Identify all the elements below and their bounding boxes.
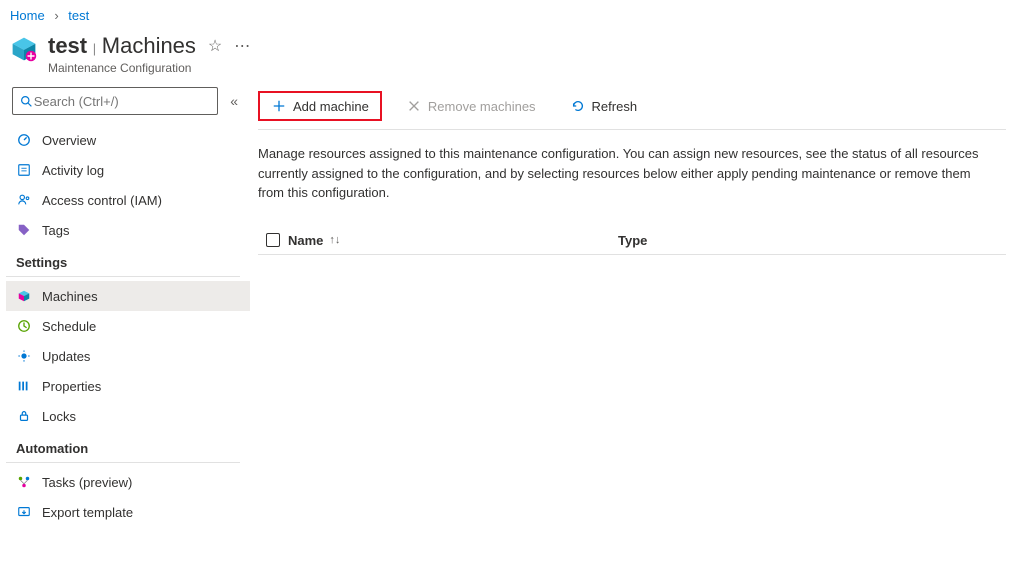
plus-icon	[271, 98, 287, 114]
add-machine-button[interactable]: Add machine	[258, 91, 382, 121]
sidebar-item-label: Tags	[42, 223, 69, 238]
refresh-icon	[570, 98, 586, 114]
tags-icon	[16, 222, 32, 238]
breadcrumb-separator-icon: ›	[54, 8, 58, 23]
toolbar-button-label: Refresh	[592, 99, 638, 114]
properties-icon	[16, 378, 32, 394]
sidebar-item-schedule[interactable]: Schedule	[6, 311, 250, 341]
content-area: Add machine Remove machines Refresh Mana…	[250, 85, 1014, 527]
sidebar-item-label: Export template	[42, 505, 133, 520]
sidebar-item-machines[interactable]: Machines	[6, 281, 250, 311]
sidebar-item-label: Locks	[42, 409, 76, 424]
sidebar-item-label: Machines	[42, 289, 98, 304]
schedule-icon	[16, 318, 32, 334]
search-box[interactable]	[12, 87, 218, 115]
sidebar-section-settings: Settings	[6, 245, 240, 277]
sidebar-item-locks[interactable]: Locks	[6, 401, 250, 431]
pin-star-icon[interactable]: ☆	[208, 36, 222, 56]
access-control-icon	[16, 192, 32, 208]
sidebar-item-label: Properties	[42, 379, 101, 394]
sidebar-item-tags[interactable]: Tags	[6, 215, 250, 245]
collapse-sidebar-icon[interactable]: «	[224, 89, 244, 113]
sidebar-item-properties[interactable]: Properties	[6, 371, 250, 401]
search-input[interactable]	[34, 94, 211, 109]
sidebar-section-automation: Automation	[6, 431, 240, 463]
breadcrumb-home[interactable]: Home	[10, 8, 45, 23]
sidebar-item-access-control[interactable]: Access control (IAM)	[6, 185, 250, 215]
page-header: test | Machines ☆ ⋯ Maintenance Configur…	[0, 29, 1014, 85]
sort-icon: ↑↓	[329, 234, 340, 246]
sidebar-item-activity-log[interactable]: Activity log	[6, 155, 250, 185]
sidebar-item-label: Activity log	[42, 163, 104, 178]
page-subtitle: Maintenance Configuration	[48, 61, 250, 75]
sidebar-item-label: Overview	[42, 133, 96, 148]
column-header-name[interactable]: Name ↑↓	[288, 233, 618, 248]
locks-icon	[16, 408, 32, 424]
breadcrumb-current[interactable]: test	[68, 8, 89, 23]
resource-icon	[10, 35, 38, 63]
sidebar-item-label: Access control (IAM)	[42, 193, 162, 208]
sidebar-item-updates[interactable]: Updates	[6, 341, 250, 371]
column-label: Name	[288, 233, 323, 248]
sidebar-item-overview[interactable]: Overview	[6, 125, 250, 155]
select-all-checkbox[interactable]	[266, 233, 280, 247]
sidebar: « Overview Activity log Access control (…	[0, 85, 250, 527]
refresh-button[interactable]: Refresh	[560, 94, 648, 118]
activity-log-icon	[16, 162, 32, 178]
search-icon	[19, 93, 34, 109]
more-actions-icon[interactable]: ⋯	[234, 36, 250, 56]
sidebar-item-label: Tasks (preview)	[42, 475, 132, 490]
sidebar-item-label: Schedule	[42, 319, 96, 334]
export-template-icon	[16, 504, 32, 520]
table-header: Name ↑↓ Type	[258, 227, 1006, 255]
page-title: test	[48, 33, 87, 58]
breadcrumb: Home › test	[0, 0, 1014, 29]
title-pipe: |	[93, 41, 96, 56]
updates-icon	[16, 348, 32, 364]
toolbar-button-label: Add machine	[293, 99, 369, 114]
toolbar-button-label: Remove machines	[428, 99, 536, 114]
blade-title: Machines	[102, 33, 196, 58]
sidebar-item-export-template[interactable]: Export template	[6, 497, 250, 527]
column-header-type[interactable]: Type	[618, 233, 647, 248]
toolbar: Add machine Remove machines Refresh	[258, 85, 1006, 130]
remove-icon	[406, 98, 422, 114]
sidebar-item-tasks[interactable]: Tasks (preview)	[6, 467, 250, 497]
column-label: Type	[618, 233, 647, 248]
select-all-cell	[258, 233, 288, 247]
description-text: Manage resources assigned to this mainte…	[258, 130, 998, 227]
sidebar-item-label: Updates	[42, 349, 90, 364]
tasks-icon	[16, 474, 32, 490]
remove-machines-button: Remove machines	[396, 94, 546, 118]
overview-icon	[16, 132, 32, 148]
machines-icon	[16, 288, 32, 304]
